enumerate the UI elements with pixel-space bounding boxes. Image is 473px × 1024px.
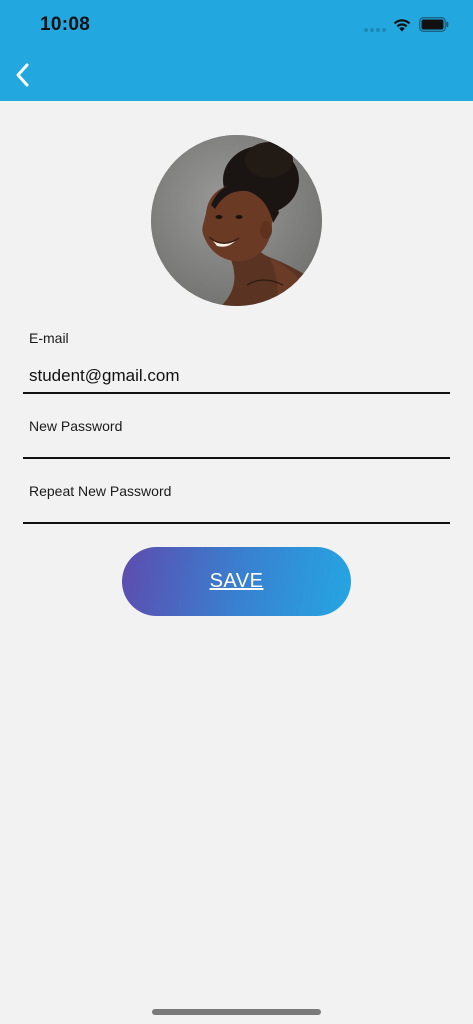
repeat-password-field: Repeat New Password	[23, 478, 450, 528]
status-time: 10:08	[40, 14, 91, 35]
new-password-underline	[23, 457, 450, 459]
save-button[interactable]: SAVE	[122, 547, 351, 616]
edit-profile-screen: 10:08 E-mail student@gmail.com New Passw…	[0, 0, 473, 1024]
email-input[interactable]	[29, 362, 444, 390]
profile-photo	[151, 135, 322, 306]
email-field: E-mail	[23, 325, 450, 395]
app-header: 10:08	[0, 0, 473, 101]
back-button[interactable]	[8, 60, 38, 90]
email-underline	[23, 392, 450, 394]
home-indicator[interactable]	[152, 1009, 321, 1015]
avatar[interactable]	[151, 135, 322, 306]
repeat-password-label: Repeat New Password	[29, 483, 172, 499]
new-password-field: New Password	[23, 413, 450, 463]
battery-icon	[419, 17, 449, 32]
chevron-left-icon	[16, 63, 29, 87]
repeat-password-underline	[23, 522, 450, 524]
wifi-icon	[393, 19, 411, 32]
email-label: E-mail	[29, 330, 69, 346]
new-password-label: New Password	[29, 418, 123, 434]
cellular-signal-icon	[364, 28, 386, 32]
